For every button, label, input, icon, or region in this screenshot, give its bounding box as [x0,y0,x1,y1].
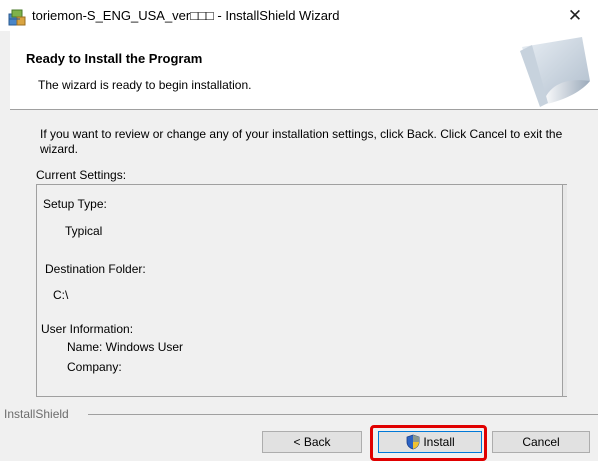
setup-type-label: Setup Type: [43,197,107,211]
installshield-brand: InstallShield [4,407,69,421]
title-bar: toriemon-S_ENG_USA_ver□□□ - InstallShiel… [0,0,598,31]
instructions-text: If you want to review or change any of y… [40,127,563,156]
current-settings-label: Current Settings: [36,168,127,182]
install-button-label: Install [423,435,455,449]
back-button[interactable]: < Back [262,431,362,453]
window-title: toriemon-S_ENG_USA_ver□□□ - InstallShiel… [32,8,340,23]
setup-type-value: Typical [65,224,103,238]
destination-folder-label: Destination Folder: [45,262,146,276]
settings-scrollbar[interactable] [562,185,567,396]
uac-shield-icon [406,434,420,450]
footer-divider [88,414,598,415]
cancel-button-label: Cancel [522,435,560,449]
installer-app-icon [8,9,26,26]
page-title: Ready to Install the Program [26,51,203,66]
installshield-wizard-window: toriemon-S_ENG_USA_ver□□□ - InstallShiel… [0,0,598,461]
back-button-label: < Back [293,435,331,449]
close-button[interactable]: ✕ [552,0,598,31]
page-subtitle: The wizard is ready to begin installatio… [38,78,252,92]
cancel-button[interactable]: Cancel [492,431,590,453]
destination-folder-value: C:\ [53,288,69,302]
install-button[interactable]: Install [378,431,482,453]
settings-summary-box: Setup Type: Typical Destination Folder: … [36,184,567,397]
close-icon: ✕ [567,5,583,25]
user-information-label: User Information: [41,322,134,336]
user-name-line: Name: Windows User [67,340,184,354]
company-line: Company: [67,360,122,374]
page-curl-art-icon [520,37,590,107]
header-banner: Ready to Install the Program The wizard … [10,31,598,110]
